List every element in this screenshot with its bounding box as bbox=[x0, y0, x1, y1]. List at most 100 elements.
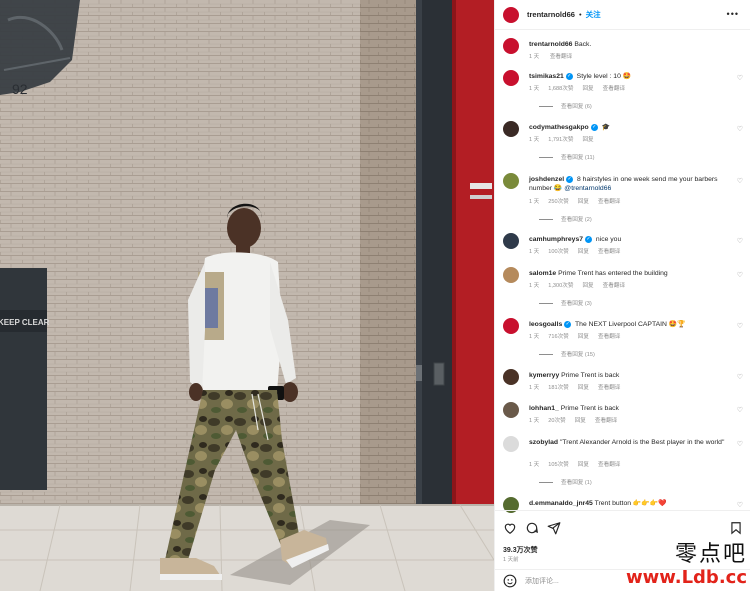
comment-see-translation[interactable]: 查看翻译 bbox=[595, 418, 617, 424]
comment-meta: 1 天 181次赞 回复 查看翻译 bbox=[529, 383, 629, 391]
author-username[interactable]: trentarnold66 bbox=[527, 10, 575, 19]
comment-like-heart-icon[interactable]: ♡ bbox=[737, 74, 743, 82]
comment-like-heart-icon[interactable]: ♡ bbox=[737, 501, 743, 509]
comment-reply-button[interactable]: 回复 bbox=[578, 334, 589, 340]
comment-body: salom1e Prime Trent has entered the buil… bbox=[529, 269, 729, 278]
comment-like-heart-icon[interactable]: ♡ bbox=[737, 271, 743, 279]
verified-badge-icon: ✓ bbox=[566, 175, 574, 183]
comment-reply-button[interactable]: 回复 bbox=[578, 199, 589, 205]
view-replies-button[interactable]: 查看回复 (11) bbox=[539, 153, 594, 161]
comment-username[interactable]: lohhan1_ bbox=[529, 405, 559, 412]
comment-body: tsimikas21 ✓ Style level : 10 🤩 bbox=[529, 72, 729, 81]
post-header: trentarnold66 • 关注 ••• bbox=[495, 0, 750, 30]
caption-text: Back. bbox=[574, 41, 592, 48]
view-replies-button[interactable]: 查看回复 (1) bbox=[539, 478, 592, 486]
comment-text: Prime Trent is back bbox=[561, 372, 620, 379]
comment-text: nice you bbox=[595, 236, 622, 243]
comment-like-heart-icon[interactable]: ♡ bbox=[737, 177, 743, 185]
comment-likes[interactable]: 105次赞 bbox=[548, 462, 569, 468]
comment-text: Prime Trent has entered the building bbox=[558, 270, 668, 277]
comment-username[interactable]: salom1e bbox=[529, 270, 556, 277]
comment-avatar[interactable] bbox=[503, 402, 519, 418]
comment-mention[interactable]: @trentarnold66 bbox=[564, 185, 611, 192]
emoji-icon[interactable] bbox=[503, 574, 517, 588]
comment-body: codymathesgakpo ✓ 🎓 bbox=[529, 123, 729, 132]
comment-like-heart-icon[interactable]: ♡ bbox=[737, 322, 743, 330]
more-options-icon[interactable]: ••• bbox=[727, 9, 739, 19]
comment-likes[interactable]: 1,688次赞 bbox=[548, 86, 573, 92]
comment-likes[interactable]: 181次赞 bbox=[548, 385, 569, 391]
comment-username[interactable]: kymerryy bbox=[529, 372, 559, 379]
view-replies-button[interactable]: 查看回复 (3) bbox=[539, 299, 592, 307]
comment-likes[interactable]: 716次赞 bbox=[548, 334, 569, 340]
comment-likes[interactable]: 1,300次赞 bbox=[548, 283, 573, 289]
heart-icon[interactable] bbox=[503, 521, 517, 535]
bookmark-icon[interactable] bbox=[729, 521, 743, 535]
comment-avatar[interactable] bbox=[503, 233, 519, 249]
comment-see-translation[interactable]: 查看翻译 bbox=[598, 249, 620, 255]
comment-see-translation[interactable]: 查看翻译 bbox=[598, 385, 620, 391]
comment-likes[interactable]: 250次赞 bbox=[548, 199, 569, 205]
add-comment-input[interactable]: 添加评论... bbox=[525, 576, 559, 586]
comment-like-heart-icon[interactable]: ♡ bbox=[737, 237, 743, 245]
comment-avatar[interactable] bbox=[503, 121, 519, 137]
likes-count[interactable]: 39.3万次赞 bbox=[503, 545, 538, 555]
follow-button[interactable]: 关注 bbox=[586, 9, 601, 20]
comment-reply-button[interactable]: 回复 bbox=[582, 86, 593, 92]
comment-see-translation[interactable]: 查看翻译 bbox=[598, 334, 620, 340]
comment-see-translation[interactable]: 查看翻译 bbox=[603, 86, 625, 92]
comment-see-translation[interactable]: 查看翻译 bbox=[603, 283, 625, 289]
comment-username[interactable]: joshdenzel bbox=[529, 176, 564, 183]
comment-icon[interactable] bbox=[525, 521, 539, 535]
author-avatar[interactable] bbox=[503, 6, 519, 23]
comment-meta: 1 天 1,688次赞 回复 查看翻译 bbox=[529, 84, 634, 92]
comment-username[interactable]: tsimikas21 bbox=[529, 73, 564, 80]
comment-likes[interactable]: 1,791次赞 bbox=[548, 137, 573, 143]
comment-avatar[interactable] bbox=[503, 70, 519, 86]
comment-username[interactable]: camhumphreys7 bbox=[529, 236, 583, 243]
comment-body: szobylad "Trent Alexander Arnold is the … bbox=[529, 438, 729, 447]
view-replies-button[interactable]: 查看回复 (15) bbox=[539, 350, 595, 358]
view-replies-button[interactable]: 查看回复 (2) bbox=[539, 215, 592, 223]
comment-username[interactable]: leosgoalls bbox=[529, 321, 562, 328]
comment-meta: 1 天 105次赞 回复 查看翻译 bbox=[529, 460, 629, 468]
comment-reply-button[interactable]: 回复 bbox=[575, 418, 586, 424]
caption-username[interactable]: trentarnold66 bbox=[529, 41, 572, 48]
comment-like-heart-icon[interactable]: ♡ bbox=[737, 125, 743, 133]
comment-avatar[interactable] bbox=[503, 369, 519, 385]
comment-reply-button[interactable]: 回复 bbox=[578, 385, 589, 391]
share-icon[interactable] bbox=[547, 521, 561, 535]
comment-text: The NEXT Liverpool CAPTAIN 🤩🏆 bbox=[575, 321, 686, 328]
comment-username[interactable]: szobylad bbox=[529, 439, 558, 446]
comment-meta: 1 天 100次赞 回复 查看翻译 bbox=[529, 247, 629, 255]
comment-like-heart-icon[interactable]: ♡ bbox=[737, 406, 743, 414]
caption-see-translation[interactable]: 查看翻译 bbox=[550, 54, 572, 60]
comment-reply-button[interactable]: 回复 bbox=[578, 462, 589, 468]
comment-reply-button[interactable]: 回复 bbox=[582, 137, 593, 143]
comment-avatar[interactable] bbox=[503, 173, 519, 189]
verified-badge-icon: ✓ bbox=[590, 123, 598, 131]
comment-username[interactable]: d.emmanaldo_jnr45 bbox=[529, 500, 593, 507]
comment-avatar[interactable] bbox=[503, 436, 519, 452]
verified-badge-icon: ✓ bbox=[565, 72, 573, 80]
comment-reply-button[interactable]: 回复 bbox=[578, 249, 589, 255]
comment-avatar[interactable] bbox=[503, 318, 519, 334]
comment-see-translation[interactable]: 查看翻译 bbox=[598, 199, 620, 205]
comment-reply-button[interactable]: 回复 bbox=[582, 283, 593, 289]
comment-avatar[interactable] bbox=[503, 267, 519, 283]
verified-badge-icon: ✓ bbox=[564, 320, 572, 328]
comment-meta: 1 天 20次赞 回复 查看翻译 bbox=[529, 416, 626, 424]
post-side-panel: trentarnold66 • 关注 ••• trentarnold66 Bac… bbox=[494, 0, 750, 591]
site-watermark: 零点吧 www.Ldb.cc bbox=[626, 543, 747, 589]
comment-likes[interactable]: 20次赞 bbox=[548, 418, 565, 424]
post-photo[interactable]: 92 KEEP CLEAR bbox=[0, 0, 494, 591]
comment-username[interactable]: codymathesgakpo bbox=[529, 124, 589, 131]
comment-likes[interactable]: 100次赞 bbox=[548, 249, 569, 255]
comment-like-heart-icon[interactable]: ♡ bbox=[737, 373, 743, 381]
comment-see-translation[interactable]: 查看翻译 bbox=[598, 462, 620, 468]
comment-meta: 1 天 1,791次赞 回复 bbox=[529, 135, 603, 143]
view-replies-button[interactable]: 查看回复 (6) bbox=[539, 102, 592, 110]
caption-avatar[interactable] bbox=[503, 38, 519, 54]
comment-like-heart-icon[interactable]: ♡ bbox=[737, 440, 743, 448]
comment-time: 1 天 bbox=[529, 462, 540, 468]
